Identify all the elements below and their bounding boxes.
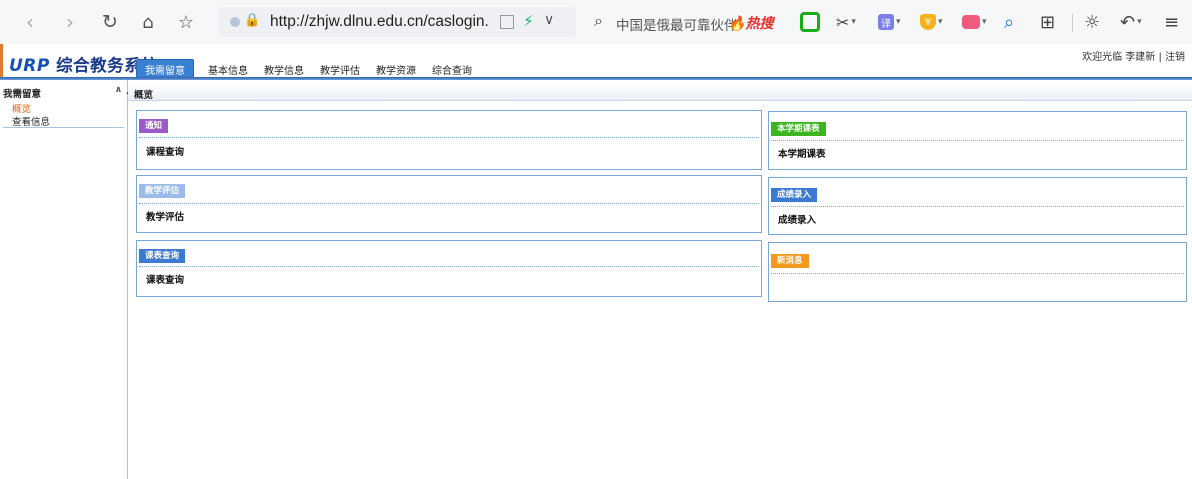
sidebar-divider <box>3 127 124 128</box>
sidebar-title: 我需留意 ∧ <box>3 85 122 100</box>
panel-title: 成绩录入 <box>771 188 818 202</box>
sun-icon[interactable]: ☼ <box>1084 9 1100 35</box>
tab-general-query[interactable]: 综合查询 <box>422 62 478 78</box>
magnifier-icon[interactable]: ⌕ <box>1004 9 1014 35</box>
wallet-icon[interactable]: ¥ ▾ <box>920 9 943 35</box>
reload-icon[interactable]: ↻ <box>96 8 124 36</box>
panel-link[interactable]: 课程查询 <box>146 144 184 158</box>
breadcrumb-current: 概览 <box>134 90 154 101</box>
tab-teaching-info[interactable]: 教学信息 <box>254 62 310 78</box>
panel-grade-entry: 成绩录入 成绩录入 <box>768 177 1187 235</box>
chevron-down-icon[interactable]: ∨ <box>544 12 554 28</box>
sidebar-item-overview[interactable]: 概览 <box>12 101 31 115</box>
sidebar-item-view-info[interactable]: 查看信息 <box>12 114 50 128</box>
tab-teaching-resources[interactable]: 教学资源 <box>366 62 422 78</box>
menu-icon[interactable]: ≡ <box>1164 9 1179 35</box>
app-header: URP 综合教务系统 欢迎光临 李建新 | 注销 我需留意 基本信息 教学信息 … <box>0 44 1192 88</box>
game-icon[interactable]: ▾ <box>962 9 987 35</box>
undo-icon[interactable]: ↶ ▾ <box>1120 9 1142 35</box>
welcome-text[interactable]: 欢迎光临 李建新 | 注销 <box>1082 48 1185 63</box>
grid-icon[interactable]: ⊞ <box>1040 9 1055 35</box>
lightning-icon[interactable]: ⚡ <box>523 12 534 30</box>
panel-timetable-query: 课表查询 课表查询 <box>136 240 762 297</box>
url-text[interactable]: http://zhjw.dlnu.edu.cn/caslogin. <box>270 13 516 31</box>
panel-notice: 通知 课程查询 <box>136 110 762 170</box>
search-box[interactable]: ⌕ 中国是俄最可靠伙伴 🔥热搜 <box>588 7 794 37</box>
sidebar: 我需留意 ∧ 概览 查看信息 <box>0 80 128 479</box>
panel-title: 教学评估 <box>139 184 186 198</box>
chevron-up-icon[interactable]: ∧ <box>115 85 122 95</box>
panel-link[interactable]: 教学评估 <box>146 209 184 223</box>
tab-basic-info[interactable]: 基本信息 <box>198 62 254 78</box>
panel-title: 课表查询 <box>139 249 186 263</box>
hot-search-label[interactable]: 🔥热搜 <box>728 13 773 33</box>
site-info-icon[interactable] <box>230 17 240 27</box>
tab-attention[interactable]: 我需留意 <box>136 59 194 78</box>
browser-toolbar: ‹ › ↻ ⌂ ☆ 🔒 http://zhjw.dlnu.edu.cn/casl… <box>0 0 1192 45</box>
tab-teaching-evaluation[interactable]: 教学评估 <box>310 62 366 78</box>
panel-semester-timetable: 本学期课表 本学期课表 <box>768 111 1187 170</box>
panel-new-messages: 新消息 <box>768 242 1187 302</box>
scissors-icon[interactable]: ✂ ▾ <box>836 9 856 35</box>
search-icon[interactable]: ⌕ <box>594 11 603 31</box>
panel-evaluation: 教学评估 教学评估 <box>136 175 762 233</box>
panel-title: 本学期课表 <box>771 122 826 136</box>
home-icon[interactable]: ⌂ <box>134 8 162 36</box>
header-divider <box>0 77 1192 80</box>
translate-icon[interactable]: 译 ▾ <box>878 9 901 35</box>
search-suggestion[interactable]: 中国是俄最可靠伙伴 <box>616 14 738 34</box>
panel-link[interactable]: 课表查询 <box>146 272 184 286</box>
address-bar[interactable]: 🔒 http://zhjw.dlnu.edu.cn/caslogin. ⚡ ∨ <box>218 7 576 37</box>
breadcrumb: 概览 <box>128 84 1192 101</box>
back-icon[interactable]: ‹ <box>16 8 44 36</box>
forward-icon[interactable]: › <box>56 8 84 36</box>
chat-icon[interactable] <box>800 9 820 35</box>
panel-link[interactable]: 成绩录入 <box>778 212 816 226</box>
panel-link[interactable]: 本学期课表 <box>778 146 826 160</box>
star-icon[interactable]: ☆ <box>172 8 200 36</box>
insecure-icon: 🔒 <box>244 13 261 28</box>
qr-code-icon[interactable] <box>500 15 514 29</box>
panel-title: 新消息 <box>771 254 809 268</box>
panel-title: 通知 <box>139 119 169 133</box>
main-tabs: 我需留意 基本信息 教学信息 教学评估 教学资源 综合查询 <box>136 59 478 78</box>
